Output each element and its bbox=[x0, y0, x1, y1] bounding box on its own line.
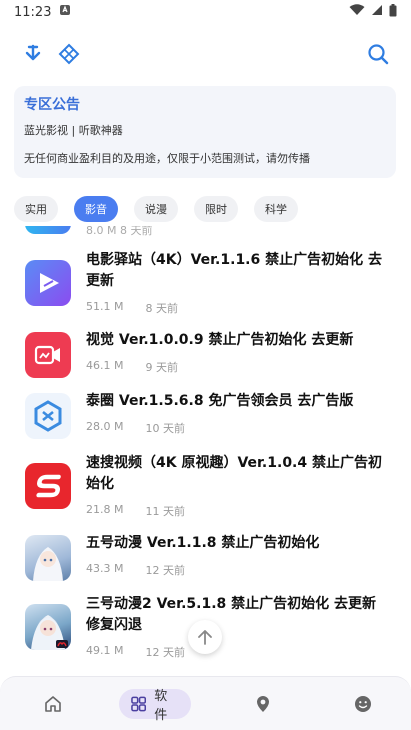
smiley-face-icon bbox=[355, 696, 371, 712]
top-toolbar bbox=[0, 36, 411, 72]
list-item[interactable]: 电影驿站（4K）Ver.1.1.6 禁止广告初始化 去更新 51.1 M 8 天… bbox=[0, 250, 411, 316]
announcement-line-2: 无任何商业盈利目的及用途，仅限于小范围测试，请勿传播 bbox=[24, 152, 310, 165]
app-meta: 43.3 M 12 天前 bbox=[86, 562, 185, 578]
app-updated: 9 天前 bbox=[145, 361, 178, 374]
s-logo-icon bbox=[25, 463, 71, 509]
bottom-nav: 软件 bbox=[0, 676, 411, 730]
app-size: 49.1 M bbox=[86, 644, 124, 657]
app-meta: 49.1 M 12 天前 bbox=[86, 644, 185, 660]
hexagon-logo-icon bbox=[25, 393, 71, 439]
tab-media[interactable]: 影音 bbox=[74, 196, 118, 222]
announcement-line-1: 蓝光影视 | 听歌神器 bbox=[24, 124, 123, 137]
app-title: 电影驿站（4K）Ver.1.1.6 禁止广告初始化 去更新 bbox=[86, 252, 382, 289]
nav-software-label: 软件 bbox=[154, 689, 168, 723]
app-meta: 28.0 M 10 天前 bbox=[86, 420, 185, 436]
arrow-up-icon bbox=[198, 630, 212, 645]
app-size: 21.8 M bbox=[86, 503, 124, 516]
list-item[interactable]: 五号动漫 Ver.1.1.8 禁止广告初始化 43.3 M 12 天前 bbox=[0, 533, 411, 583]
status-time: 11:23 bbox=[14, 4, 52, 20]
tab-practical[interactable]: 实用 bbox=[14, 196, 58, 222]
tab-science[interactable]: 科学 bbox=[254, 196, 298, 222]
download-icon[interactable] bbox=[21, 42, 45, 66]
app-meta: 46.1 M 9 天前 bbox=[86, 359, 178, 375]
app-size: 28.0 M bbox=[86, 420, 124, 433]
app-size: 51.1 M bbox=[86, 300, 124, 313]
search-icon[interactable] bbox=[366, 42, 390, 66]
location-pin-icon bbox=[257, 696, 269, 712]
nav-software[interactable]: 软件 bbox=[119, 689, 191, 723]
partial-app-icon bbox=[25, 226, 71, 234]
app-updated: 10 天前 bbox=[145, 422, 185, 435]
app-list: 8.0 M 8 天前 电影驿站（4K）Ver.1.1.6 禁止广告初始化 去更新… bbox=[0, 226, 411, 670]
grid-icon bbox=[131, 696, 147, 712]
category-tabs: 实用 影音 说漫 限时 科学 bbox=[14, 196, 298, 222]
nav-profile[interactable] bbox=[351, 689, 375, 719]
tab-limited[interactable]: 限时 bbox=[194, 196, 238, 222]
app-updated: 12 天前 bbox=[145, 646, 185, 659]
diamond-grid-icon[interactable] bbox=[57, 42, 81, 66]
nav-home[interactable] bbox=[41, 689, 65, 719]
app-updated: 11 天前 bbox=[145, 505, 185, 518]
list-item[interactable]: 泰圈 Ver.1.5.6.8 免广告领会员 去广告版 28.0 M 10 天前 bbox=[0, 391, 411, 441]
app-size: 43.3 M bbox=[86, 562, 124, 575]
home-icon bbox=[45, 696, 61, 712]
app-updated: 8 天前 bbox=[145, 302, 178, 315]
app-meta: 51.1 M 8 天前 bbox=[86, 300, 178, 316]
battery-icon bbox=[389, 3, 397, 21]
signal-icon bbox=[371, 4, 383, 20]
app-updated: 12 天前 bbox=[145, 564, 185, 577]
app-size: 46.1 M bbox=[86, 359, 124, 372]
app-title: 视觉 Ver.1.0.0.9 禁止广告初始化 去更新 bbox=[86, 332, 354, 348]
status-bar: 11:23 bbox=[0, 0, 411, 24]
nav-discover[interactable] bbox=[251, 689, 275, 719]
wifi-icon bbox=[349, 4, 365, 20]
anime-girl-icon bbox=[25, 604, 71, 650]
notification-icon bbox=[59, 4, 71, 20]
app-title: 三号动漫2 Ver.5.1.8 禁止广告初始化 去更新修复闪退 bbox=[86, 596, 377, 633]
play-triangle-icon bbox=[25, 260, 71, 306]
announcement-title: 专区公告 bbox=[24, 97, 80, 113]
app-title: 泰圈 Ver.1.5.6.8 免广告领会员 去广告版 bbox=[86, 393, 354, 409]
list-item[interactable]: 速搜视频（4K 原视趣）Ver.1.0.4 禁止广告初始化 21.8 M 11 … bbox=[0, 453, 411, 519]
scroll-to-top-button[interactable] bbox=[188, 620, 222, 654]
app-title: 五号动漫 Ver.1.1.8 禁止广告初始化 bbox=[86, 535, 320, 551]
app-meta: 21.8 M 11 天前 bbox=[86, 503, 185, 519]
app-title: 速搜视频（4K 原视趣）Ver.1.0.4 禁止广告初始化 bbox=[86, 455, 382, 492]
list-item[interactable]: 视觉 Ver.1.0.0.9 禁止广告初始化 去更新 46.1 M 9 天前 bbox=[0, 330, 411, 380]
tab-comics[interactable]: 说漫 bbox=[134, 196, 178, 222]
partial-app-meta: 8.0 M 8 天前 bbox=[86, 226, 153, 237]
announcement-card: 专区公告 蓝光影视 | 听歌神器 无任何商业盈利目的及用途，仅限于小范围测试，请… bbox=[14, 86, 396, 178]
video-camera-icon bbox=[25, 332, 71, 378]
anime-girl-icon bbox=[25, 535, 71, 581]
